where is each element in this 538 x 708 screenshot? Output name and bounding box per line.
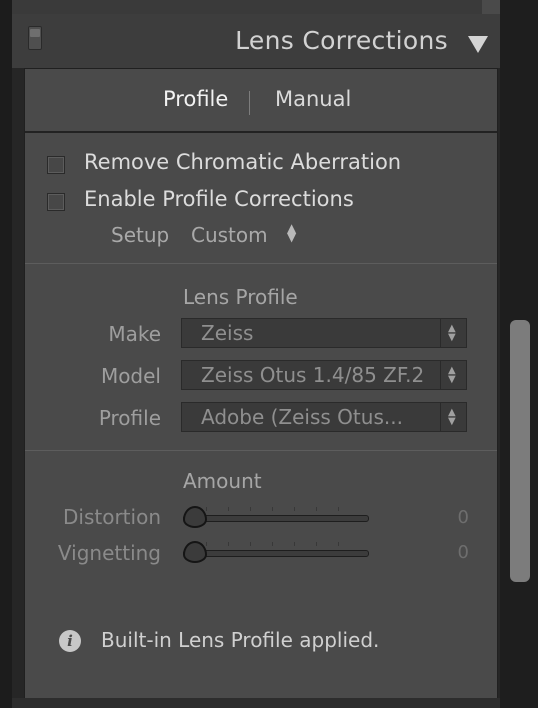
tab-bar: Profile Manual — [25, 69, 497, 133]
profile-label: Profile — [98, 406, 161, 430]
triangle-down-icon[interactable] — [468, 36, 488, 53]
slider-tick — [294, 507, 295, 511]
slider-tick — [272, 507, 273, 511]
up-down-arrows-icon[interactable]: ▲ ▼ — [287, 222, 296, 243]
amount-title: Amount — [183, 469, 262, 493]
up-down-arrows-icon: ▲ ▼ — [448, 365, 456, 385]
remove-chromatic-aberration-label: Remove Chromatic Aberration — [84, 150, 402, 174]
make-value: Zeiss — [201, 321, 254, 345]
make-select[interactable]: Zeiss ▲ ▼ — [181, 318, 467, 348]
enable-profile-corrections-checkbox[interactable] — [47, 193, 65, 211]
distortion-slider-thumb[interactable] — [183, 506, 207, 528]
distortion-value: 0 — [457, 507, 469, 528]
select-divider — [440, 361, 441, 389]
lens-corrections-panel: Profile Manual Remove Chromatic Aberrati… — [24, 68, 498, 700]
up-down-arrows-icon: ▲ ▼ — [448, 407, 456, 427]
slider-tick — [206, 507, 207, 511]
select-divider — [440, 403, 441, 431]
panel-title: Lens Corrections — [235, 26, 448, 55]
info-icon: i — [59, 630, 81, 652]
up-down-arrows-icon: ▲ ▼ — [448, 323, 456, 343]
slider-tick — [338, 542, 339, 546]
slider-tick — [228, 542, 229, 546]
select-divider — [440, 319, 441, 347]
distortion-label: Distortion — [63, 505, 161, 529]
slider-tick — [228, 507, 229, 511]
slider-tick — [338, 507, 339, 511]
slider-tick — [294, 542, 295, 546]
distortion-slider[interactable] — [183, 506, 369, 528]
slider-tick — [250, 507, 251, 511]
remove-chromatic-aberration-checkbox[interactable] — [47, 156, 65, 174]
tab-separator — [249, 91, 250, 115]
vignetting-slider-thumb[interactable] — [183, 541, 207, 563]
setup-dropdown[interactable]: Custom — [191, 223, 268, 247]
slider-tick — [272, 542, 273, 546]
model-value: Zeiss Otus 1.4/85 ZF.2 — [201, 363, 425, 387]
section-divider — [25, 263, 497, 264]
panel-header[interactable]: Lens Corrections — [12, 14, 500, 68]
left-frame — [0, 0, 12, 708]
slider-tick — [250, 542, 251, 546]
info-message: Built-in Lens Profile applied. — [101, 628, 380, 652]
top-scroll-cap — [482, 0, 500, 14]
slider-tick — [316, 542, 317, 546]
tab-profile[interactable]: Profile — [163, 87, 228, 111]
panel-switch-icon[interactable] — [28, 26, 42, 50]
enable-profile-corrections-label: Enable Profile Corrections — [84, 187, 354, 211]
top-strip — [12, 0, 500, 14]
scrollbar-thumb[interactable] — [510, 320, 530, 582]
slider-tick — [316, 507, 317, 511]
bottom-frame — [12, 698, 500, 708]
model-label: Model — [100, 364, 161, 388]
tab-manual[interactable]: Manual — [275, 87, 351, 111]
profile-value: Adobe (Zeiss Otus... — [201, 405, 403, 429]
lens-profile-title: Lens Profile — [183, 285, 298, 309]
setup-label: Setup — [111, 223, 170, 247]
profile-select[interactable]: Adobe (Zeiss Otus... ▲ ▼ — [181, 402, 467, 432]
vignetting-slider[interactable] — [183, 541, 369, 563]
make-label: Make — [108, 322, 161, 346]
slider-tick — [206, 542, 207, 546]
section-divider — [25, 450, 497, 451]
vignetting-label: Vignetting — [57, 541, 161, 565]
model-select[interactable]: Zeiss Otus 1.4/85 ZF.2 ▲ ▼ — [181, 360, 467, 390]
vignetting-value: 0 — [457, 542, 469, 563]
